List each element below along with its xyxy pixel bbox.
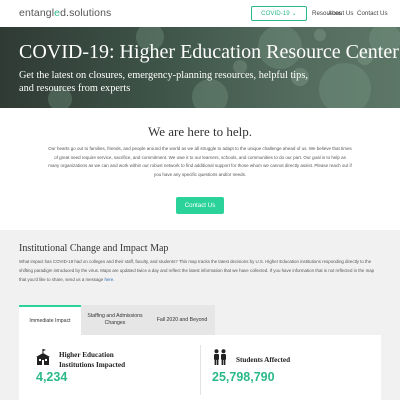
help-heading: We are here to help. <box>148 124 252 139</box>
hero-banner: COVID-19: Higher Education Resource Cent… <box>0 27 400 108</box>
virus-texture-background <box>48 27 400 108</box>
school-building-icon <box>36 349 50 365</box>
site-header: entangled.solutions COVID-19 ⌄ Resources… <box>0 0 400 27</box>
nav-about[interactable]: About Us <box>328 10 353 17</box>
stat-students-value: 25,798,790 <box>212 370 275 384</box>
nav-contact[interactable]: Contact Us <box>357 10 388 17</box>
stat-institutions-label: Higher Education Institutions Impacted <box>59 351 126 369</box>
hero-subtitle: Get the latest on closures, emergency-pl… <box>19 70 308 94</box>
impact-map-section: Institutional Change and Impact Map What… <box>0 230 400 400</box>
map-heading: Institutional Change and Impact Map <box>19 243 169 254</box>
send-message-link[interactable]: here. <box>105 277 115 282</box>
site-logo[interactable]: entangled.solutions <box>19 7 111 19</box>
stat-institutions-value: 4,234 <box>36 370 68 384</box>
covid-menu-label: COVID-19 <box>261 10 290 17</box>
chevron-down-icon: ⌄ <box>291 10 297 17</box>
tab-fall-2020[interactable]: Fall 2020 and Beyond <box>149 305 215 335</box>
students-icon <box>214 349 226 365</box>
tab-staffing-admissions[interactable]: Staffing and Admissions Changes <box>81 305 149 335</box>
stats-divider <box>200 345 201 395</box>
stat-students-label: Students Affected <box>236 356 291 364</box>
tab-immediate-impact[interactable]: Immediate Impact <box>19 305 81 335</box>
map-description: What impact has COVID-19 had on colleges… <box>19 259 375 282</box>
stats-panel: Higher Education Institutions Impacted 4… <box>19 335 381 400</box>
help-body: Our hearts go out to families, friends, … <box>48 146 352 177</box>
hero-title: COVID-19: Higher Education Resource Cent… <box>19 41 399 63</box>
contact-us-button[interactable]: Contact Us <box>176 197 224 214</box>
covid-menu-button[interactable]: COVID-19 ⌄ <box>251 6 307 21</box>
